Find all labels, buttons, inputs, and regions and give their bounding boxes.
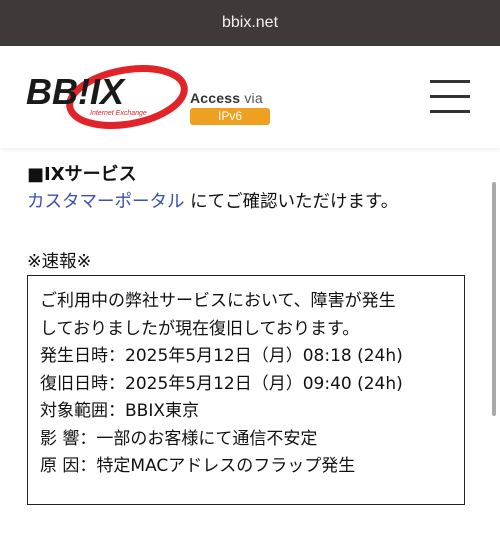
- url-text: bbix.net: [221, 14, 279, 31]
- logo-text: BB!IX: [26, 71, 126, 112]
- bbix-logo[interactable]: BB!IX Internet Exchange: [24, 64, 190, 130]
- menu-bar-middle: [430, 95, 470, 98]
- menu-bar-bottom: [430, 110, 470, 113]
- portal-line: カスタマーポータル にてご確認いただけます。: [27, 188, 398, 213]
- hamburger-menu-icon[interactable]: [430, 80, 470, 114]
- logo-subtext: Internet Exchange: [90, 110, 147, 117]
- main-content: ■IXサービス カスタマーポータル にてご確認いただけます。 ※速報※ ご利用中…: [0, 148, 500, 559]
- section-title: ■IXサービス: [27, 164, 137, 185]
- ipv6-badge: IPv6: [190, 108, 270, 125]
- browser-address-bar[interactable]: bbix.net: [0, 0, 500, 46]
- occurrence-datetime: 発生日時：2025年5月12日（月）08:18 (24h): [40, 346, 403, 366]
- portal-suffix: にてご確認いただけます。: [184, 192, 399, 212]
- page-scrollbar[interactable]: [492, 182, 496, 416]
- access-via-ipv6: Access via IPv6: [190, 90, 274, 125]
- recovery-datetime: 復旧日時：2025年5月12日（月）09:40 (24h): [40, 373, 403, 394]
- notice-line: しておりましたが現在復旧しております。: [40, 318, 360, 339]
- cause: 原 因：特定MACアドレスのフラップ発生: [40, 456, 356, 476]
- notice-line: ご利用中の弊社サービスにおいて、障害が発生: [40, 291, 396, 311]
- site-header: BB!IX Internet Exchange Access via IPv6: [0, 46, 500, 148]
- customer-portal-link[interactable]: カスタマーポータル: [27, 192, 185, 212]
- incident-notice-box: ご利用中の弊社サービスにおいて、障害が発生 しておりましたが現在復旧しております…: [27, 275, 465, 505]
- impact: 影 響：一部のお客様にて通信不安定: [40, 428, 318, 449]
- affected-scope: 対象範囲：BBIX東京: [40, 401, 199, 421]
- access-label: Access via: [190, 90, 263, 106]
- news-label: ※速報※: [27, 252, 92, 272]
- menu-bar-top: [430, 80, 470, 83]
- bbix-logo-graphic: BB!IX Internet Exchange: [26, 65, 188, 129]
